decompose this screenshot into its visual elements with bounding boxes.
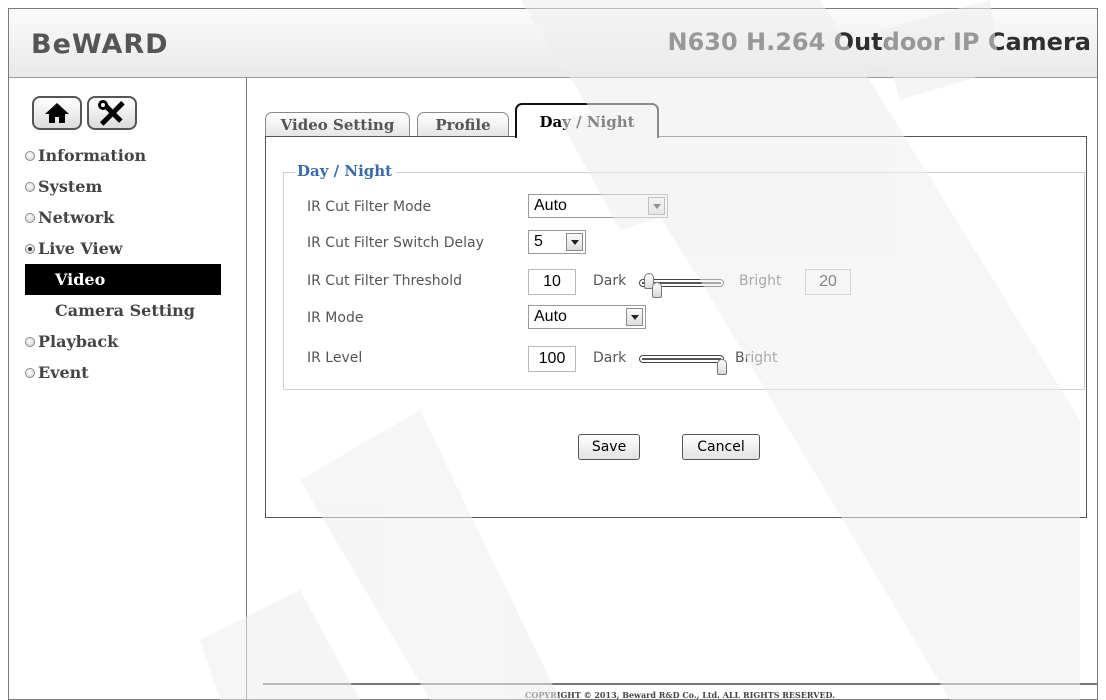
sidebar-item-network[interactable]: Network xyxy=(25,202,221,233)
radio-icon xyxy=(25,336,35,347)
sidebar-item-label: Event xyxy=(38,363,89,382)
ir-level-slider-track[interactable] xyxy=(639,355,724,363)
logo-text: BeWARD xyxy=(31,29,169,59)
radio-icon xyxy=(25,150,35,161)
footer-divider xyxy=(263,683,1097,685)
camera-web-ui: BeWARD N630 H.264 Outdoor IP Camera Info… xyxy=(8,8,1098,700)
tab-day-night[interactable]: Day / Night xyxy=(515,103,659,138)
switch-delay-label: IR Cut Filter Switch Delay xyxy=(307,235,484,251)
sidebar-item-system[interactable]: System xyxy=(25,171,221,202)
radio-icon xyxy=(25,212,35,223)
ir-level-dark-label: Dark xyxy=(593,350,627,366)
ir-mode-value: Auto xyxy=(534,308,567,325)
sidebar-item-information[interactable]: Information xyxy=(25,140,221,171)
beward-logo: BeWARD xyxy=(31,27,181,66)
logo-wordmark: BeWARD xyxy=(31,29,169,60)
ir-level-bright-label: Bright xyxy=(735,350,778,366)
chevron-down-icon xyxy=(566,233,583,251)
ir-level-label: IR Level xyxy=(307,350,363,366)
radio-icon xyxy=(25,181,35,192)
ir-mode-label: IR Mode xyxy=(307,310,364,326)
chevron-down-icon xyxy=(626,308,643,326)
header-bar: BeWARD N630 H.264 Outdoor IP Camera xyxy=(9,9,1097,78)
sidebar-item-live-view[interactable]: Live View xyxy=(25,233,221,264)
home-button[interactable] xyxy=(32,96,82,130)
sidebar-item-label: Network xyxy=(38,208,115,227)
tab-profile[interactable]: Profile xyxy=(417,112,509,137)
ir-cut-mode-label: IR Cut Filter Mode xyxy=(307,199,432,215)
radio-icon xyxy=(25,367,35,378)
ir-mode-select[interactable]: Auto xyxy=(528,305,646,329)
sidebar-item-label: System xyxy=(38,177,103,196)
sidebar-item-label: Live View xyxy=(38,239,123,258)
copyright-text: COPYRIGHT © 2013, Beward R&D Co., Ltd. A… xyxy=(525,690,835,700)
sidebar-item-label: Playback xyxy=(38,332,119,351)
threshold-bright-value: 20 xyxy=(805,269,851,295)
fieldset-legend: Day / Night xyxy=(295,162,397,180)
tools-icon xyxy=(98,100,125,126)
threshold-bright-handle[interactable] xyxy=(652,282,662,298)
sidebar: Information System Network Live View Vid… xyxy=(9,78,247,699)
sidebar-item-playback[interactable]: Playback xyxy=(25,326,221,357)
page-title: N630 H.264 Outdoor IP Camera xyxy=(667,28,1091,56)
threshold-dark-label: Dark xyxy=(593,273,627,289)
cancel-button[interactable]: Cancel xyxy=(682,434,760,460)
day-night-fieldset: Day / Night IR Cut Filter Mode Auto IR C… xyxy=(283,162,1085,390)
sidebar-item-label: Information xyxy=(38,146,147,165)
radio-selected-icon xyxy=(25,243,35,254)
threshold-label: IR Cut Filter Threshold xyxy=(307,273,463,289)
switch-delay-select[interactable]: 5 xyxy=(528,230,586,254)
ir-cut-mode-value: Auto xyxy=(534,197,567,214)
sidebar-item-event[interactable]: Event xyxy=(25,357,221,388)
home-icon xyxy=(45,103,69,123)
sidebar-nav: Information System Network Live View Vid… xyxy=(25,140,221,388)
save-button[interactable]: Save xyxy=(578,434,640,460)
switch-delay-value: 5 xyxy=(534,233,543,250)
ir-level-value: 100 xyxy=(528,346,576,372)
tab-video-setting[interactable]: Video Setting xyxy=(265,112,410,137)
settings-panel: Day / Night IR Cut Filter Mode Auto IR C… xyxy=(265,136,1087,518)
ir-cut-mode-select[interactable]: Auto xyxy=(528,194,668,218)
threshold-dark-value: 10 xyxy=(528,269,576,295)
ir-level-handle[interactable] xyxy=(717,359,727,375)
sidebar-subitem-video[interactable]: Video xyxy=(25,264,221,295)
threshold-bright-label: Bright xyxy=(739,273,782,289)
settings-button[interactable] xyxy=(87,96,137,130)
main-content: Video Setting Profile Day / Night Day / … xyxy=(247,78,1097,699)
sidebar-subitem-camera-setting[interactable]: Camera Setting xyxy=(25,295,221,326)
chevron-down-icon xyxy=(648,197,665,215)
